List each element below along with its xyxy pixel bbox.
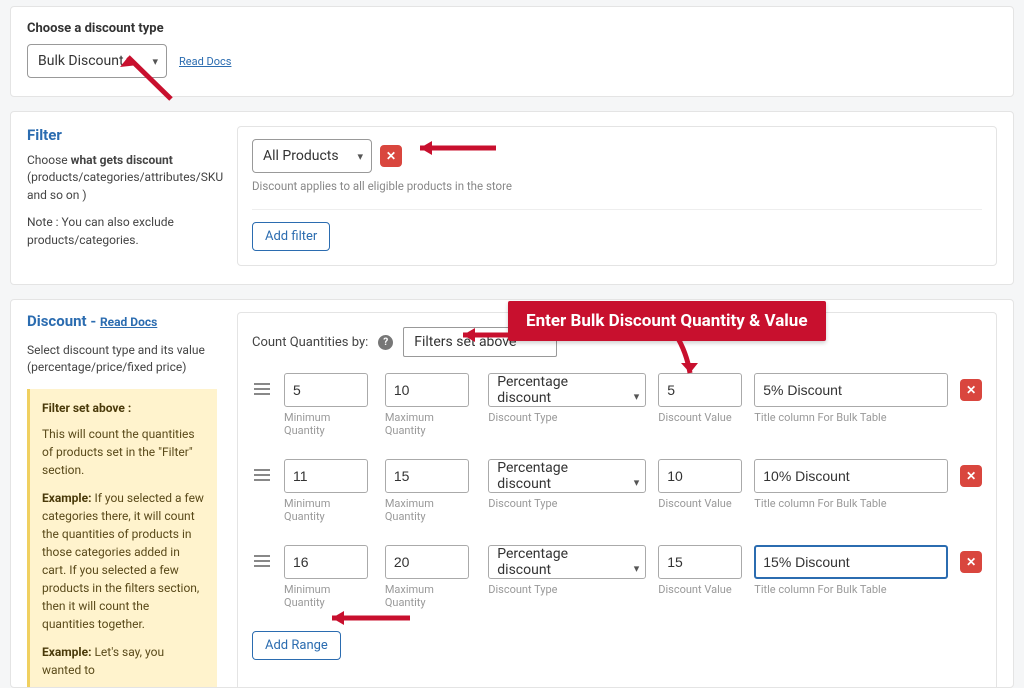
read-docs-link-discount[interactable]: Read Docs <box>100 315 157 329</box>
discount-main: Count Quantities by: ? Filters set above… <box>237 312 997 687</box>
help-icon[interactable]: ? <box>378 335 393 350</box>
filter-desc-prefix: Choose <box>27 153 71 167</box>
add-range-button[interactable]: Add Range <box>252 631 341 660</box>
field-label: Maximum Quantity <box>385 411 476 437</box>
field-label: Minimum Quantity <box>284 411 373 437</box>
field-label: Discount Value <box>658 583 742 596</box>
field-label: Title column For Bulk Table <box>754 411 948 424</box>
discount-type-row-select[interactable]: Percentage discount ▾ <box>488 545 646 579</box>
close-icon: ✕ <box>386 149 396 163</box>
chevron-down-icon: ▾ <box>634 562 640 575</box>
discount-value-input[interactable] <box>658 545 742 579</box>
filter-set-above-info: Filter set above : This will count the q… <box>27 389 217 687</box>
divider <box>252 209 982 210</box>
max-qty-input[interactable] <box>385 373 469 407</box>
drag-handle-icon[interactable] <box>252 373 272 395</box>
discount-type-select[interactable]: Bulk Discount ▾ <box>27 44 167 78</box>
delete-range-button[interactable]: ✕ <box>960 379 982 401</box>
field-label: Title column For Bulk Table <box>754 497 948 510</box>
chevron-down-icon: ▾ <box>152 55 158 68</box>
close-icon: ✕ <box>966 555 976 569</box>
discount-value-input[interactable] <box>658 373 742 407</box>
discount-type-row-value: Percentage discount <box>497 546 568 578</box>
field-label: Minimum Quantity <box>284 497 373 523</box>
add-filter-button[interactable]: Add filter <box>252 222 330 251</box>
info-title: Filter set above : <box>42 401 131 415</box>
title-column-input[interactable] <box>754 545 948 579</box>
info-body: This will count the quantities of produc… <box>42 425 205 479</box>
info-example1-label: Example: <box>42 491 91 505</box>
delete-range-button[interactable]: ✕ <box>960 551 982 573</box>
drag-handle-icon[interactable] <box>252 545 272 567</box>
discount-type-row-select[interactable]: Percentage discount ▾ <box>488 459 646 493</box>
filter-delete-button[interactable]: ✕ <box>380 145 402 167</box>
field-label: Maximum Quantity <box>385 583 476 609</box>
field-label: Maximum Quantity <box>385 497 476 523</box>
discount-heading-text: Discount - <box>27 312 100 330</box>
filter-desc-bold: what gets discount <box>71 153 173 167</box>
title-column-input[interactable] <box>754 373 948 407</box>
count-quantities-select[interactable]: Filters set above <box>403 327 557 357</box>
filter-scope-help: Discount applies to all eligible product… <box>252 179 982 193</box>
discount-subtext: Select discount type and its value (perc… <box>27 342 217 377</box>
range-row: Minimum Quantity Maximum Quantity Percenta… <box>252 373 982 437</box>
filter-heading: Filter <box>27 126 217 144</box>
close-icon: ✕ <box>966 469 976 483</box>
annotation-arrow-add-range <box>320 606 420 632</box>
field-label: Title column For Bulk Table <box>754 583 948 596</box>
field-label: Discount Type <box>488 583 646 596</box>
chevron-down-icon: ▾ <box>634 476 640 489</box>
max-qty-input[interactable] <box>385 545 469 579</box>
discount-value-input[interactable] <box>658 459 742 493</box>
field-label: Minimum Quantity <box>284 583 373 609</box>
chevron-down-icon: ▾ <box>357 150 363 163</box>
count-quantities-value: Filters set above <box>414 334 516 350</box>
discount-heading: Discount - Read Docs <box>27 312 217 330</box>
filter-panel: Filter Choose what gets discount (produc… <box>10 111 1014 285</box>
close-icon: ✕ <box>966 383 976 397</box>
min-qty-input[interactable] <box>284 373 368 407</box>
range-row: Minimum Quantity Maximum Quantity Percenta… <box>252 545 982 609</box>
delete-range-button[interactable]: ✕ <box>960 465 982 487</box>
min-qty-input[interactable] <box>284 459 368 493</box>
discount-type-panel: Choose a discount type Bulk Discount ▾ R… <box>10 6 1014 97</box>
field-label: Discount Value <box>658 411 742 424</box>
max-qty-input[interactable] <box>385 459 469 493</box>
filter-sidebar: Filter Choose what gets discount (produc… <box>27 126 217 266</box>
chevron-down-icon: ▾ <box>634 390 640 403</box>
discount-sidebar: Discount - Read Docs Select discount typ… <box>27 312 217 687</box>
discount-type-value: Bulk Discount <box>38 53 124 69</box>
count-quantities-label: Count Quantities by: <box>252 335 368 350</box>
filter-scope-select[interactable]: All Products ▾ <box>252 139 372 173</box>
filter-note: Note : You can also exclude products/cat… <box>27 214 217 249</box>
field-label: Discount Type <box>488 411 646 424</box>
min-qty-input[interactable] <box>284 545 368 579</box>
read-docs-link-top[interactable]: Read Docs <box>179 55 231 68</box>
filter-desc-suffix: (products/categories/attributes/SKU and … <box>27 170 223 201</box>
field-label: Discount Type <box>488 497 646 510</box>
info-example2-label: Example: <box>42 645 91 659</box>
discount-type-row-select[interactable]: Percentage discount ▾ <box>488 373 646 407</box>
discount-type-row-value: Percentage discount <box>497 374 568 406</box>
filter-scope-value: All Products <box>263 148 339 164</box>
discount-type-row-value: Percentage discount <box>497 460 568 492</box>
range-row: Minimum Quantity Maximum Quantity Percenta… <box>252 459 982 523</box>
field-label: Discount Value <box>658 497 742 510</box>
title-column-input[interactable] <box>754 459 948 493</box>
discount-type-label: Choose a discount type <box>27 21 997 36</box>
drag-handle-icon[interactable] <box>252 459 272 481</box>
filter-main: All Products ▾ ✕ Discount applies to all… <box>237 126 997 266</box>
info-example1-body: If you selected a few categories there, … <box>42 491 204 631</box>
discount-panel: Discount - Read Docs Select discount typ… <box>10 299 1014 688</box>
filter-description: Choose what gets discount (products/cate… <box>27 152 217 204</box>
